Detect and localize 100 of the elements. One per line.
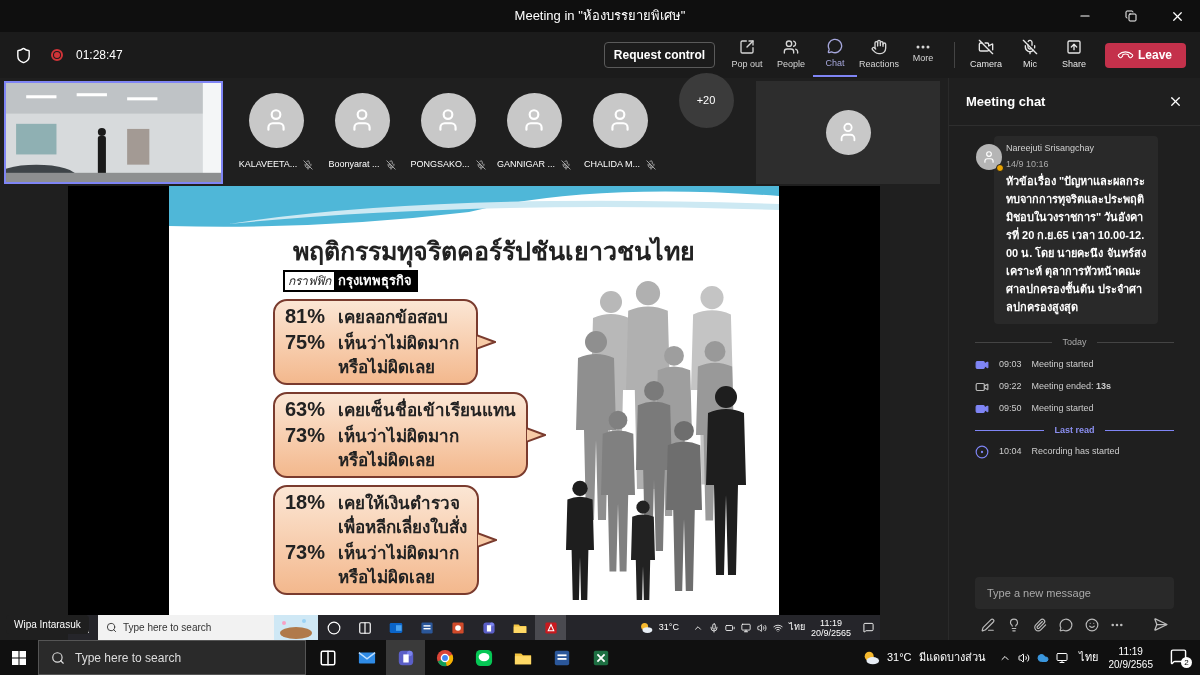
chat-title: Meeting chat: [966, 92, 1046, 111]
weather-text: มีแดดบางส่วน: [918, 650, 986, 666]
mic-icon[interactable]: [708, 622, 719, 633]
close-icon[interactable]: [1168, 94, 1183, 109]
hand-icon: [871, 38, 887, 55]
document-app-icon[interactable]: [419, 620, 434, 635]
message-text: หัวข้อเรื่อง "ปัญหาและผลกระทบจากการทุจริตและประพฤติมิชอบในวงราชการ" วันอังคารที่ 20 ก.ย.65 เวลา 10.00-12.00 น. โดย นายคะนึง จันทร์สงเคราะห์ ตุลาการหัวหน้าคณะศาลปกครองชั้นต้น ประจำศาลปกครองสูงสุด: [1006, 172, 1146, 316]
volume-icon[interactable]: [756, 622, 767, 633]
pop-out-icon: [739, 38, 755, 55]
language-indicator[interactable]: ไทย: [788, 620, 805, 635]
slides-app-icon[interactable]: [450, 620, 465, 635]
teams-app-icon[interactable]: [396, 648, 415, 667]
taskbar-button[interactable]: [386, 640, 425, 675]
percent-value: 81%: [285, 304, 327, 328]
leave-button[interactable]: Leave: [1105, 42, 1186, 68]
toolbar-button[interactable]: People: [769, 33, 813, 77]
message-field[interactable]: Type a new message: [975, 577, 1174, 609]
more-icon: [916, 44, 930, 49]
search-placeholder: Type here to search: [75, 649, 182, 667]
chat-bubble-icon[interactable]: [1059, 617, 1073, 632]
toolbar-button[interactable]: Reactions: [857, 33, 901, 77]
bubble-text: เพื่อหลีกเลี่ยงใบสั่ง: [338, 516, 467, 540]
event-text: Recording has started: [1031, 445, 1120, 459]
document-app-icon[interactable]: [552, 648, 571, 667]
message-author: Nareejuti Srisangchay: [1006, 142, 1096, 155]
bubble-text: เคยให้เงินตำรวจ: [338, 492, 460, 515]
participant-name: PONGSAKO...: [410, 157, 470, 171]
lightbulb-icon[interactable]: [1007, 617, 1021, 632]
bubble-text: หรือไม่ผิดเลย: [338, 566, 435, 589]
toolbar-button[interactable]: Camera: [964, 33, 1008, 77]
clock-date: 20/9/2565: [1108, 657, 1153, 671]
event-time: 10:04: [999, 445, 1022, 459]
monitor-icon[interactable]: [740, 622, 751, 633]
bubble-text: เห็นว่าไม่ผิดมาก: [338, 425, 459, 448]
percent-value: 73%: [285, 423, 327, 447]
task-view-icon[interactable]: [357, 620, 372, 635]
windows-icon[interactable]: [12, 650, 26, 665]
pdf-app-icon[interactable]: [543, 620, 558, 635]
window-title: Meeting in "ห้องบรรยายพิเศษ": [514, 7, 686, 26]
spreadsheet-app-icon[interactable]: [591, 648, 610, 667]
wifi-icon[interactable]: [772, 622, 783, 633]
event-time: 09:22: [999, 379, 1022, 393]
temperature: 31°C: [886, 650, 912, 666]
search-placeholder: Type here to search: [123, 621, 212, 635]
chat-app-icon[interactable]: [474, 648, 493, 667]
toolbar-button[interactable]: Share: [1052, 33, 1096, 77]
bubble-text: หรือไม่ผิดเลย: [338, 356, 435, 379]
percent-value: 18%: [285, 490, 327, 514]
search-icon: [51, 650, 65, 665]
task-view-icon[interactable]: [318, 648, 337, 667]
request-control-button[interactable]: Request control: [604, 42, 715, 68]
notification-icon[interactable]: [1170, 647, 1187, 665]
restore-icon: [1125, 10, 1137, 22]
temperature: 31°C: [658, 620, 679, 634]
recording-icon: [975, 445, 989, 459]
clock-date: 20/9/2565: [810, 627, 851, 638]
clock-time: 11:19: [1118, 644, 1143, 658]
event-time: 09:03: [999, 357, 1022, 371]
more-participants[interactable]: +20: [678, 72, 734, 128]
send-icon[interactable]: [1153, 617, 1168, 632]
participant-name: CHALIDA M...: [584, 157, 640, 171]
share-icon: [1066, 38, 1082, 55]
mail-app-icon[interactable]: [388, 620, 403, 635]
shield-icon: [15, 46, 32, 64]
bubble-text: หรือไม่ผิดเลย: [338, 449, 435, 472]
battery-icon[interactable]: [724, 622, 735, 633]
format-icon[interactable]: [981, 617, 995, 632]
meeting-timer: 01:28:47: [76, 47, 123, 64]
browser-app-icon[interactable]: [435, 648, 454, 667]
cortana-icon[interactable]: [326, 620, 341, 635]
bubble-text: เคยลอกข้อสอบ: [338, 307, 448, 329]
event-text: Meeting started: [1031, 357, 1094, 371]
event-text: Meeting started: [1031, 401, 1094, 415]
bubble-text: เห็นว่าไม่ผิดมาก: [338, 542, 459, 565]
emoji-icon[interactable]: [1085, 617, 1099, 632]
timeline-divider-label: Last read: [1054, 423, 1095, 437]
toolbar-button[interactable]: Mic: [1008, 33, 1052, 77]
volume-icon[interactable]: [1017, 651, 1030, 664]
paperclip-icon[interactable]: [1033, 617, 1047, 632]
search-icon: [106, 622, 117, 633]
teams-app-icon[interactable]: [481, 620, 496, 635]
toolbar-button[interactable]: More: [901, 33, 945, 77]
weather-icon[interactable]: [638, 620, 653, 635]
event-time: 09:50: [999, 401, 1022, 415]
participant-name: GANNIGAR ...: [497, 157, 555, 171]
percent-value: 63%: [285, 397, 327, 421]
percent-value: 75%: [285, 330, 327, 354]
percent-value: 73%: [285, 540, 327, 564]
notification-icon[interactable]: [863, 622, 874, 633]
toolbar-button[interactable]: Chat: [813, 33, 857, 77]
search-field[interactable]: Type here to search: [38, 640, 306, 675]
more-icon[interactable]: [1111, 622, 1123, 627]
language-indicator[interactable]: ไทย: [1078, 649, 1098, 666]
cloud-icon[interactable]: [1036, 651, 1049, 664]
timeline-divider-label: Today: [1062, 336, 1087, 349]
bubble-text: เห็นว่าไม่ผิดมาก: [338, 332, 459, 355]
search-field[interactable]: Type here to search: [98, 615, 318, 640]
monitor-icon[interactable]: [1055, 651, 1068, 664]
clock-time: 11:19: [820, 617, 842, 628]
event-text: Meeting ended: 13s: [1031, 379, 1112, 393]
